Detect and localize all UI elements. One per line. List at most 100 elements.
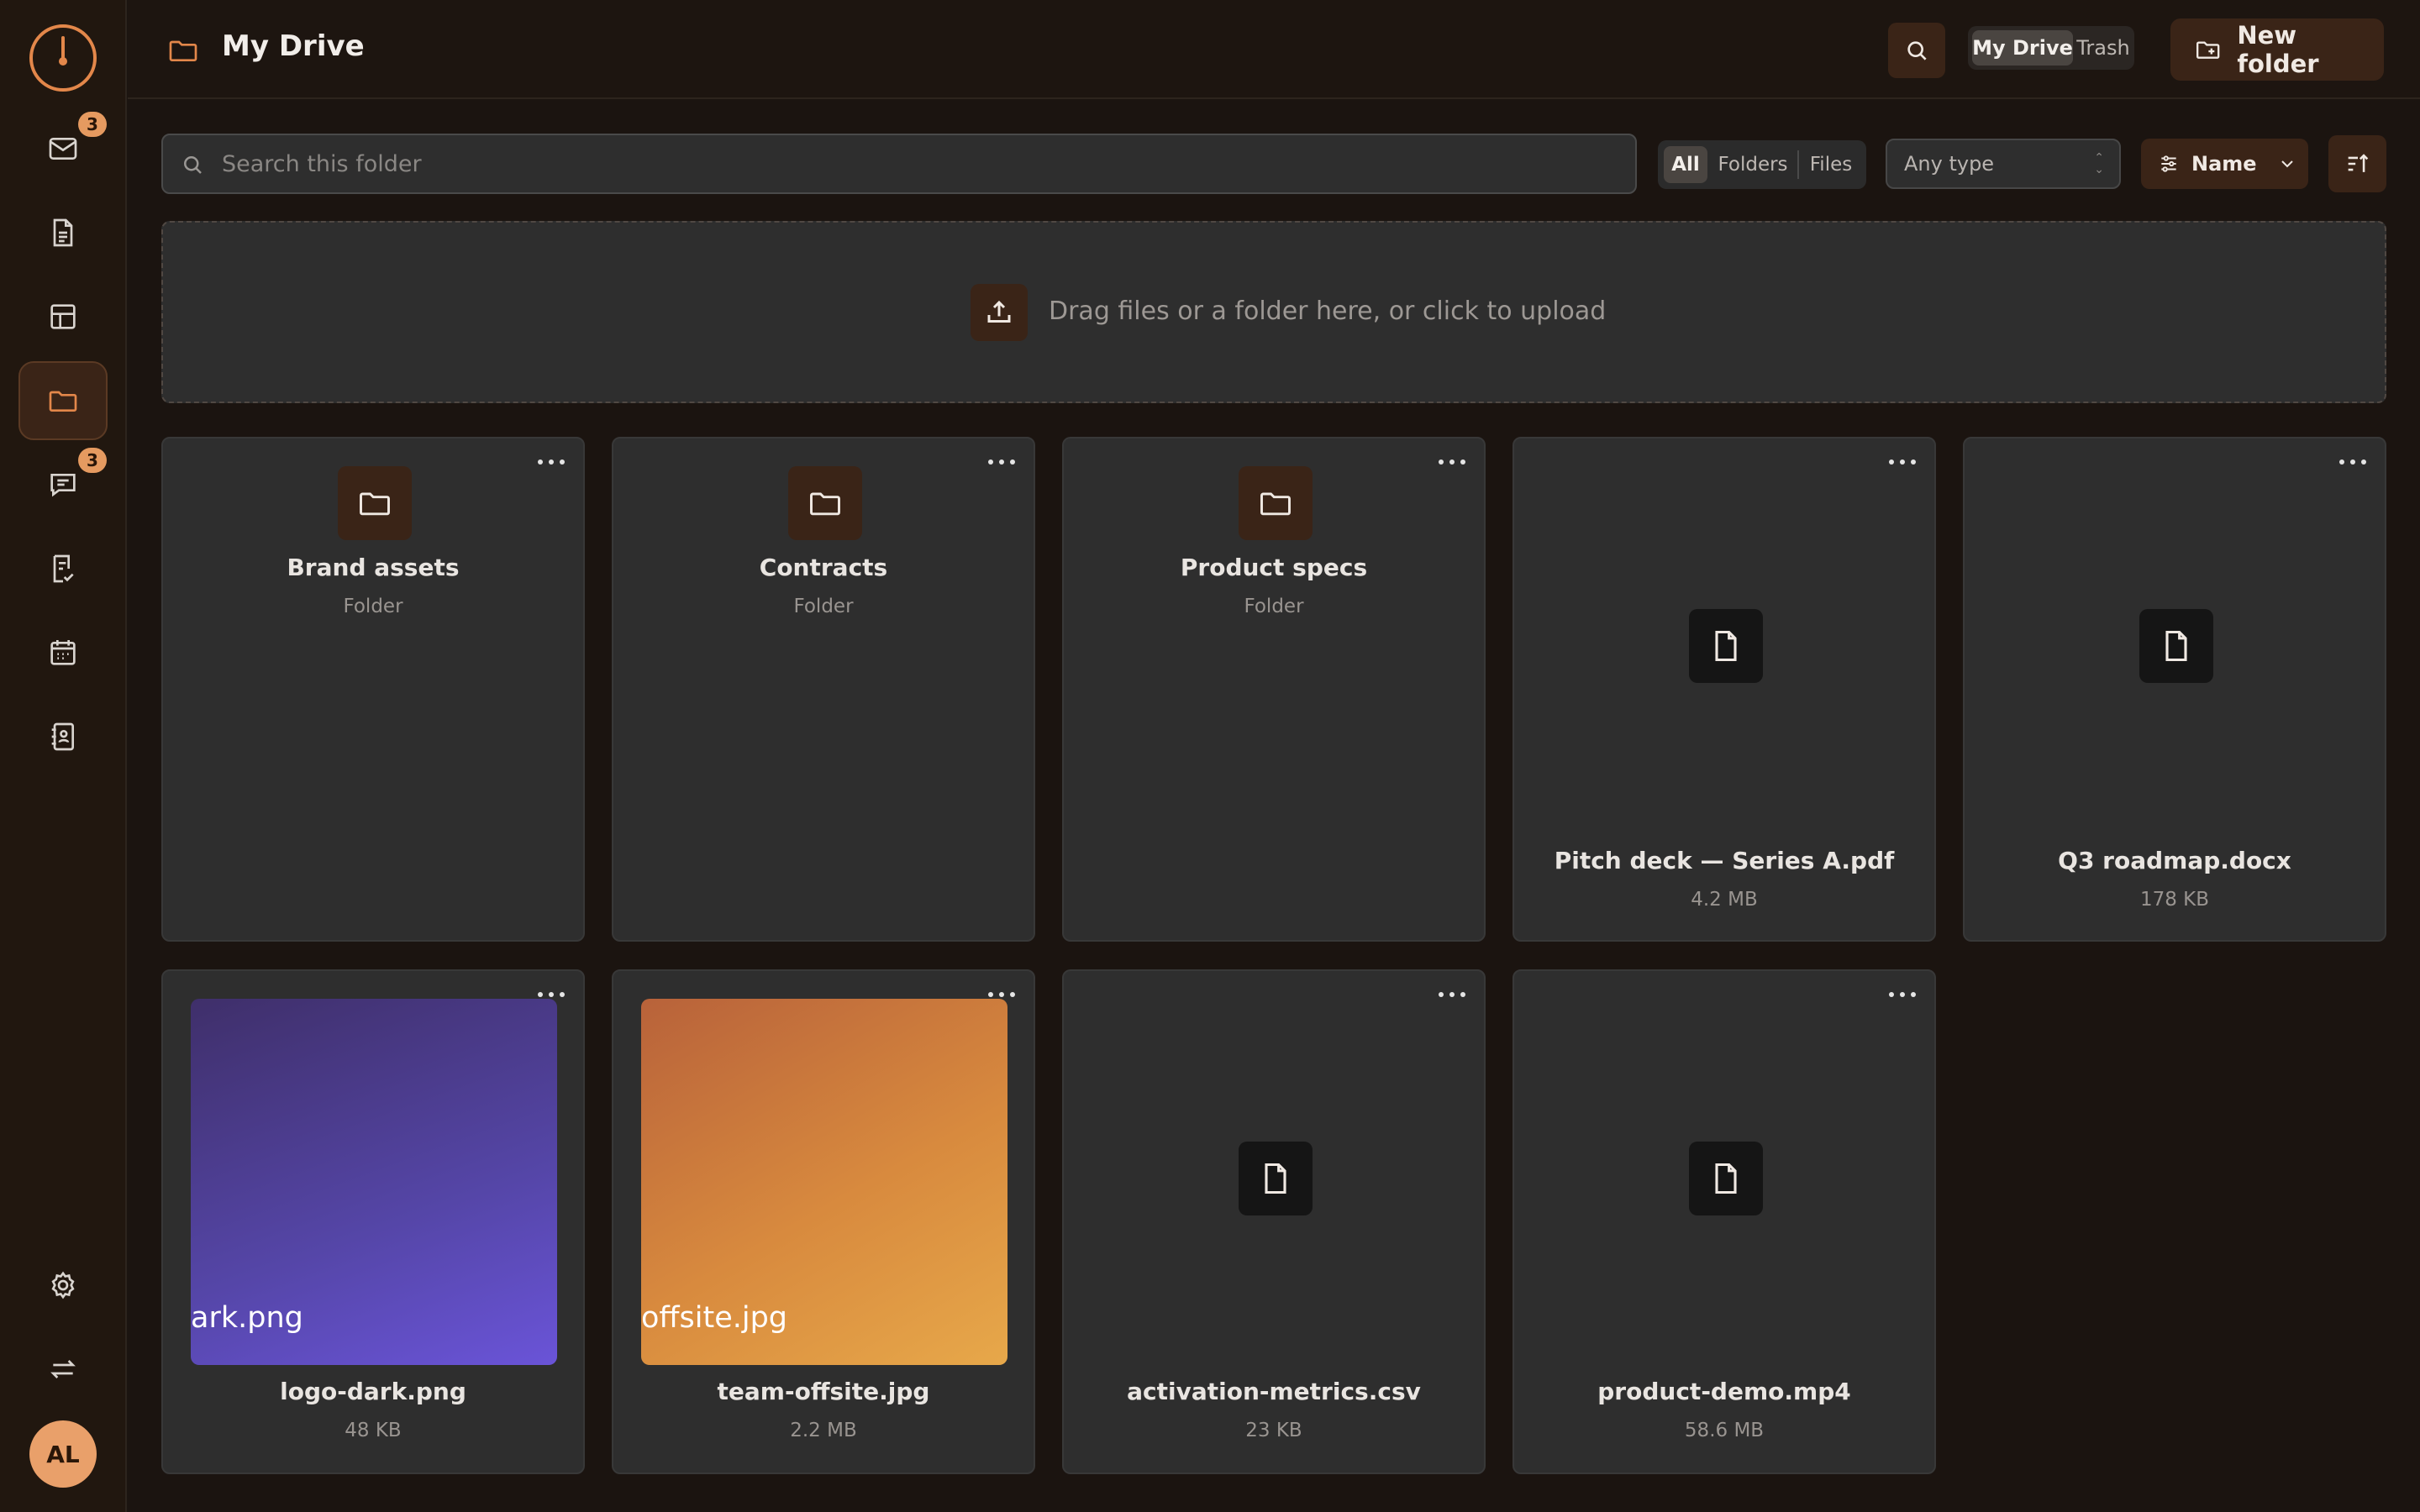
- thumbnail-text: offsite.jpg: [641, 1301, 788, 1335]
- dropzone-text: Drag files or a folder here, or click to…: [1049, 297, 1607, 326]
- new-folder-label: New folder: [2237, 21, 2319, 78]
- sidebar-item-documents[interactable]: [18, 193, 108, 272]
- sort-direction-button[interactable]: [2328, 135, 2386, 192]
- sort-label: Name: [2191, 152, 2257, 176]
- item-meta: 48 KB: [345, 1420, 402, 1441]
- chevron-down-icon: [2281, 160, 2293, 168]
- checklist-icon: [53, 554, 74, 583]
- sidebar: 3 3 AL: [0, 0, 127, 1512]
- image-thumbnail: offsite.jpg: [641, 999, 1007, 1365]
- page-title: My Drive: [222, 29, 365, 63]
- sidebar-item-tasks[interactable]: [18, 529, 108, 608]
- more-options-icon[interactable]: [1889, 990, 1916, 1000]
- folder-icon: [360, 492, 390, 516]
- sliders-icon: [2161, 155, 2176, 172]
- search-input[interactable]: [222, 135, 1617, 192]
- mail-icon: [49, 138, 77, 160]
- item-meta: Folder: [1244, 596, 1304, 617]
- folder-tile: [338, 466, 412, 540]
- item-meta: 58.6 MB: [1684, 1420, 1765, 1441]
- new-folder-button[interactable]: New folder: [2170, 18, 2384, 81]
- chat-icon: [50, 474, 76, 497]
- more-options-icon[interactable]: [988, 457, 1015, 467]
- item-name: Q3 roadmap.docx: [2058, 847, 2291, 874]
- document-icon: [53, 218, 73, 247]
- sidebar-item-drive[interactable]: [18, 361, 108, 440]
- upload-arrow-icon: [987, 300, 1011, 323]
- sidebar-item-switch[interactable]: [18, 1330, 108, 1409]
- tab-trash[interactable]: Trash: [2074, 30, 2133, 66]
- avatar[interactable]: AL: [29, 1420, 97, 1488]
- more-options-icon[interactable]: [538, 457, 565, 467]
- sidebar-item-contacts[interactable]: [18, 697, 108, 776]
- folder-icon: [49, 391, 77, 412]
- item-meta: 178 KB: [2139, 889, 2210, 911]
- upload-icon: [971, 284, 1028, 341]
- sort-ascending-icon: [2348, 154, 2368, 172]
- folder-icon: [169, 40, 197, 61]
- search-icon: [184, 156, 202, 174]
- more-options-icon[interactable]: [2339, 457, 2366, 467]
- item-meta: 4.2 MB: [1691, 889, 1758, 911]
- item-name: Product specs: [1180, 554, 1368, 581]
- folder-icon: [1260, 492, 1291, 516]
- file-card[interactable]: activation-metrics.csv 23 KB: [1062, 969, 1486, 1474]
- more-options-icon[interactable]: [988, 990, 1015, 1000]
- sort-field-button[interactable]: Name: [2141, 139, 2308, 189]
- thumbnail-text: ark.png: [191, 1301, 303, 1335]
- file-icon: [1715, 1163, 1737, 1194]
- type-select[interactable]: Any type ⌃ ⌄: [1886, 139, 2121, 189]
- logo-icon: [59, 36, 67, 66]
- item-name: Brand assets: [287, 554, 460, 581]
- file-icon: [1265, 1163, 1286, 1194]
- file-tile: [2139, 609, 2213, 683]
- item-meta: Folder: [343, 596, 403, 617]
- chat-badge: 3: [78, 448, 107, 473]
- file-tile: [1689, 609, 1763, 683]
- file-card[interactable]: Pitch deck — Series A.pdf 4.2 MB: [1512, 437, 1936, 942]
- more-options-icon[interactable]: [1439, 457, 1465, 467]
- item-name: product-demo.mp4: [1597, 1378, 1851, 1405]
- more-options-icon[interactable]: [1439, 990, 1465, 1000]
- swap-icon: [50, 1360, 76, 1378]
- folder-tile: [1239, 466, 1313, 540]
- file-card[interactable]: product-demo.mp4 58.6 MB: [1512, 969, 1936, 1474]
- upload-dropzone[interactable]: Drag files or a folder here, or click to…: [161, 221, 2386, 403]
- image-thumbnail: ark.png: [191, 999, 557, 1365]
- more-options-icon[interactable]: [1889, 457, 1916, 467]
- folder-card[interactable]: Contracts Folder: [612, 437, 1035, 942]
- filter-folders[interactable]: Folders: [1710, 146, 1796, 183]
- folder-card[interactable]: Brand assets Folder: [161, 437, 585, 942]
- filter-files[interactable]: Files: [1801, 146, 1861, 183]
- filter-all[interactable]: All: [1664, 146, 1707, 183]
- file-icon: [1715, 630, 1737, 662]
- search-icon: [1907, 41, 1927, 60]
- sidebar-item-settings[interactable]: [18, 1246, 108, 1325]
- tab-my-drive[interactable]: My Drive: [1972, 30, 2073, 66]
- image-card[interactable]: ark.png logo-dark.png 48 KB: [161, 969, 585, 1474]
- sidebar-item-calendar[interactable]: [18, 613, 108, 692]
- file-card[interactable]: Q3 roadmap.docx 178 KB: [1963, 437, 2386, 942]
- item-meta: 23 KB: [1245, 1420, 1302, 1441]
- filter-divider: [1797, 150, 1799, 179]
- app-logo[interactable]: [29, 24, 97, 92]
- folder-tile: [788, 466, 862, 540]
- image-card[interactable]: offsite.jpg team-offsite.jpg 2.2 MB: [612, 969, 1035, 1474]
- gear-icon: [51, 1271, 75, 1299]
- sidebar-item-sheets[interactable]: [18, 277, 108, 356]
- item-name: activation-metrics.csv: [1127, 1378, 1421, 1405]
- item-name: logo-dark.png: [280, 1378, 466, 1405]
- folder-card[interactable]: Product specs Folder: [1062, 437, 1486, 942]
- search-button[interactable]: [1888, 23, 1945, 78]
- calendar-icon: [50, 640, 76, 665]
- item-meta: Folder: [793, 596, 854, 617]
- location-switcher: My Drive Trash: [1968, 26, 2134, 70]
- item-name: Pitch deck — Series A.pdf: [1554, 847, 1895, 874]
- kind-filter: All Folders Files: [1658, 140, 1866, 189]
- mail-badge: 3: [78, 112, 107, 137]
- select-arrows-icon: ⌃ ⌄: [2094, 151, 2104, 176]
- more-options-icon[interactable]: [538, 990, 565, 1000]
- file-icon: [2165, 630, 2187, 662]
- contacts-icon: [51, 722, 75, 751]
- search-field: [161, 134, 1637, 194]
